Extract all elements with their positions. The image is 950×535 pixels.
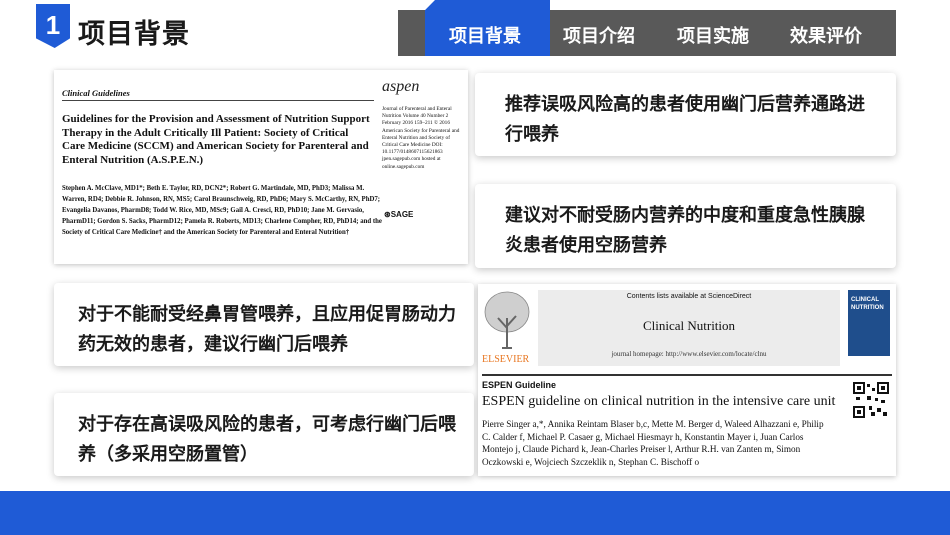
- journal-cover: CLINICAL NUTRITION: [848, 290, 890, 356]
- aspen-logo: aspen: [382, 78, 420, 95]
- divider: [62, 100, 374, 101]
- card-recommendation-3: 对于不能耐受经鼻胃管喂养，且应用促胃肠动力药无效的患者，建议行幽门后喂养: [54, 283, 474, 366]
- elsevier-wordmark: ELSEVIER: [482, 354, 530, 365]
- page-title: 项目背景: [78, 19, 190, 50]
- journal-name: Clinical Nutrition: [642, 318, 736, 333]
- journal-homepage: journal homepage: http://www.elsevier.co…: [611, 350, 767, 358]
- paper-label: Clinical Guidelines: [62, 88, 130, 98]
- card-text: 推荐误吸风险高的患者使用幽门后营养通路进行喂养: [505, 94, 865, 145]
- paper-label: ESPEN Guideline: [482, 380, 557, 390]
- card-recommendation-1: 推荐误吸风险高的患者使用幽门后营养通路进行喂养: [475, 73, 896, 156]
- paper-authors: Pierre Singer a,*, Annika Reintam Blaser…: [482, 419, 824, 467]
- nav-item-implementation[interactable]: 项目实施: [677, 22, 749, 48]
- paper-sccm-aspen-guideline: Clinical Guidelines Guidelines for the P…: [54, 70, 468, 264]
- divider: [482, 374, 892, 376]
- paper-title: Guidelines for the Provision and Assessm…: [62, 113, 370, 166]
- section-number-badge: 1: [36, 4, 70, 48]
- card-recommendation-4: 对于存在高误吸风险的患者，可考虑行幽门后喂养（多采用空肠置管）: [54, 393, 474, 476]
- journal-meta: Journal of Parenteral and Enteral Nutrit…: [382, 106, 460, 170]
- footer-bar: [0, 491, 950, 535]
- card-recommendation-2: 建议对不耐受肠内营养的中度和重度急性胰腺炎患者使用空肠营养: [475, 184, 896, 268]
- nav-item-evaluation[interactable]: 效果评价: [790, 22, 862, 48]
- card-text: 对于不能耐受经鼻胃管喂养，且应用促胃肠动力药无效的患者，建议行幽门后喂养: [78, 304, 456, 355]
- paper-authors: Stephen A. McClave, MD1*; Beth E. Taylor…: [62, 185, 382, 236]
- elsevier-tree-logo: [484, 291, 530, 349]
- card-text: 对于存在高误吸风险的患者，可考虑行幽门后喂养（多采用空肠置管）: [78, 414, 456, 465]
- qr-code-icon: [853, 382, 889, 418]
- paper-espen-guideline: ELSEVIER Contents lists available at Sci…: [478, 284, 896, 476]
- availability-text: Contents lists available at ScienceDirec…: [626, 293, 752, 300]
- sage-logo: ⊛SAGE: [384, 210, 414, 219]
- nav-item-background[interactable]: 项目背景: [449, 22, 521, 48]
- nav-item-introduction[interactable]: 项目介绍: [563, 22, 635, 48]
- paper-title: ESPEN guideline on clinical nutrition in…: [482, 394, 836, 409]
- card-text: 建议对不耐受肠内营养的中度和重度急性胰腺炎患者使用空肠营养: [505, 205, 865, 256]
